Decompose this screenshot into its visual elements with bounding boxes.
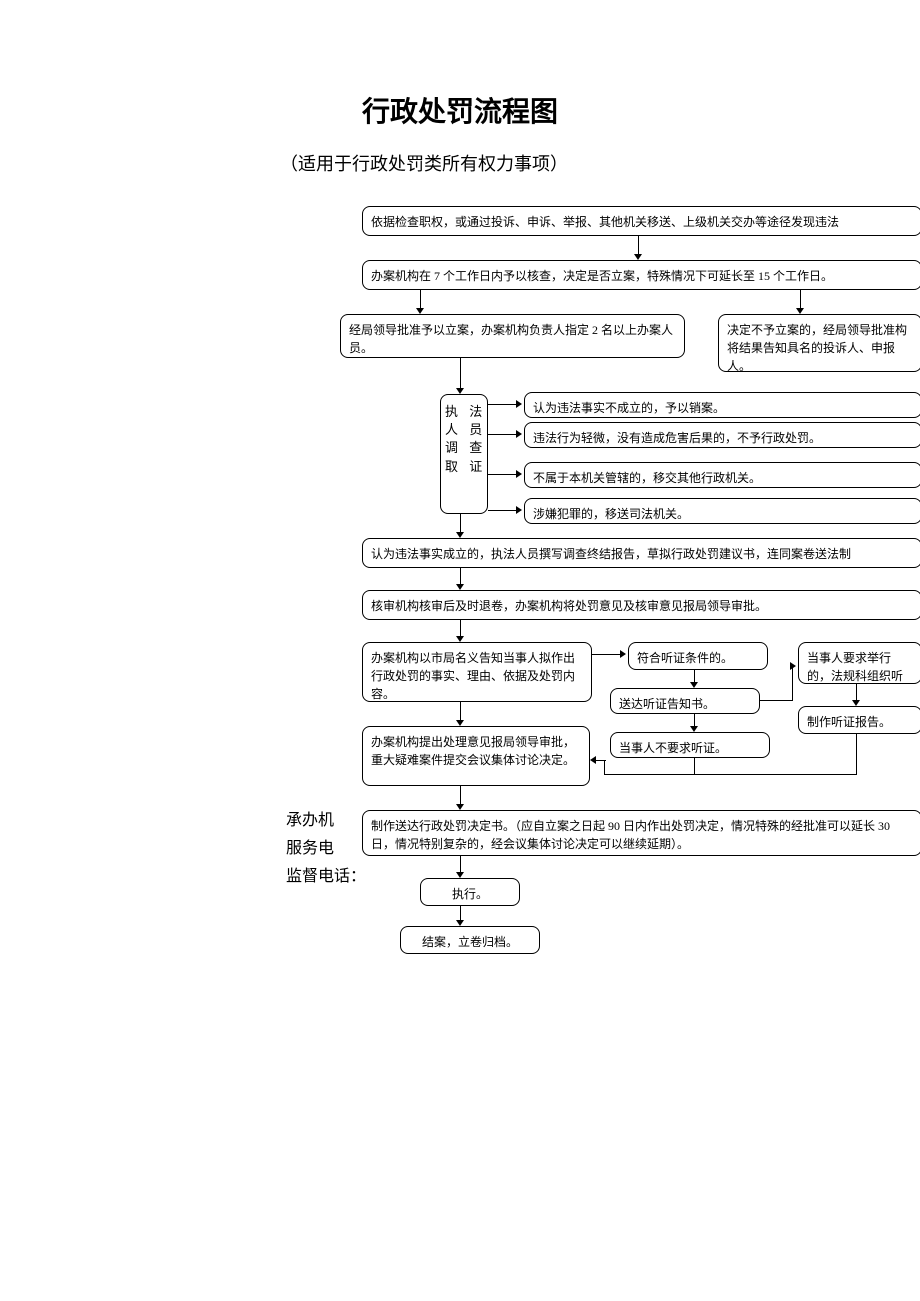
page-title: 行政处罚流程图: [0, 90, 920, 130]
box-hearing-req: 当事人要求举行的，法规科组织听: [798, 642, 920, 684]
page-subtitle: （适用于行政处罚类所有权力事项）: [280, 150, 920, 176]
flowchart-diagram: 依据检查职权，或通过投诉、申诉、举报、其他机关移送、上级机关交办等途径发现违法 …: [0, 206, 920, 1106]
box-close: 结案，立卷归档。: [400, 926, 540, 954]
footer-supervise-phone: 监督电话：: [286, 862, 366, 886]
box-execute: 执行。: [420, 878, 520, 906]
box-no-hearing: 当事人不要求听证。: [610, 732, 770, 758]
box-file-case: 经局领导批准予以立案，办案机构负责人指定 2 名以上办案人员。: [340, 314, 685, 358]
box-hearing-notice: 送达听证告知书。: [610, 688, 760, 714]
box-established: 认为违法事实成立的，执法人员撰写调查终结报告，草拟行政处罚建议书，连同案卷送法制: [362, 538, 920, 568]
footer-agency: 承办机: [286, 806, 334, 830]
box-review: 办案机构在 7 个工作日内予以核查，决定是否立案，特殊情况下可延长至 15 个工…: [362, 260, 920, 290]
box-decision: 办案机构提出处理意见报局领导审批，重大疑难案件提交会议集体讨论决定。: [362, 726, 590, 786]
box-transfer: 不属于本机关管辖的，移交其他行政机关。: [524, 462, 920, 488]
box-cancel: 认为违法事实不成立的，予以销案。: [524, 392, 920, 418]
box-investigate: 执 法 人 员 调 查 取 证: [440, 394, 488, 514]
box-audit: 核审机构核审后及时退卷，办案机构将处罚意见及核审意见报局领导审批。: [362, 590, 920, 620]
box-hearing-cond: 符合听证条件的。: [628, 642, 768, 670]
box-minor: 违法行为轻微，没有造成危害后果的，不予行政处罚。: [524, 422, 920, 448]
box-penalty-decision: 制作送达行政处罚决定书。（应自立案之日起 90 日内作出处罚决定，情况特殊的经批…: [362, 810, 920, 856]
box-crime: 涉嫌犯罪的，移送司法机关。: [524, 498, 920, 524]
box-reject-case: 决定不予立案的，经局领导批准构将结果告知具名的投诉人、申报人。: [718, 314, 920, 372]
box-notify: 办案机构以市局名义告知当事人拟作出行政处罚的事实、理由、依据及处罚内容。: [362, 642, 592, 702]
box-discover: 依据检查职权，或通过投诉、申诉、举报、其他机关移送、上级机关交办等途径发现违法: [362, 206, 920, 236]
footer-service-phone: 服务电: [286, 834, 334, 858]
box-hearing-report: 制作听证报告。: [798, 706, 920, 734]
